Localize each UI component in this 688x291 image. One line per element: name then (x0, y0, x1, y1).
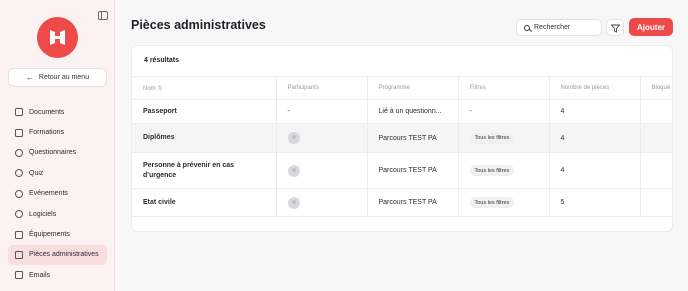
column-header-participants[interactable]: Participants (276, 76, 368, 100)
chat-icon (15, 169, 23, 178)
search-icon (524, 24, 530, 31)
sidebar-item-formations[interactable]: Formations (8, 122, 107, 142)
book-icon (15, 128, 23, 137)
cell-nombre: 4 (549, 123, 641, 153)
filter-chip: Tous les filtres (469, 165, 515, 176)
results-count: 4 résultats (144, 57, 180, 64)
filter-chip: Tous les filtres (469, 197, 515, 208)
cell-bloque (640, 152, 672, 189)
cell-name: Diplômes (132, 123, 277, 153)
sidebar-item-emails[interactable]: Emails (8, 265, 107, 285)
column-header-programme[interactable]: Programme (367, 76, 459, 100)
cell-filtres: - (458, 99, 550, 124)
sidebar-item-pieces-administratives[interactable]: Pièces administratives (8, 244, 107, 266)
sidebar-item-label: Équipements (29, 231, 70, 239)
table-row[interactable]: Passeport - Lié à un questionn... - 4 (132, 99, 672, 124)
sidebar-item-label: Pièces administratives (29, 251, 99, 259)
cell-name: Personne à prévenir en cas d'urgence (132, 152, 277, 189)
cell-programme: Parcours TEST PA (367, 123, 459, 153)
table-header-row: Nom ⇅ Participants Programme Filtres Nomb… (132, 76, 672, 100)
search-placeholder: Rechercher (534, 24, 571, 31)
sidebar-item-quiz[interactable]: Quiz (8, 163, 107, 183)
sidebar-item-label: Questionnaires (29, 149, 77, 157)
avatar (287, 164, 300, 177)
avatar (287, 196, 300, 209)
cell-bloque (640, 188, 672, 217)
documents-table: Nom ⇅ Participants Programme Filtres Nomb… (132, 76, 672, 217)
sidebar-item-logiciels[interactable]: Logiciels (8, 204, 107, 224)
cell-participants (276, 188, 368, 217)
back-to-menu-button[interactable]: ← Retour au menu (8, 68, 107, 87)
sidebar-item-evenements[interactable]: Evénements (8, 184, 107, 204)
cell-programme: Parcours TEST PA (367, 152, 459, 189)
cell-bloque (640, 123, 672, 153)
cell-name: Etat civile (132, 188, 277, 217)
table-row[interactable]: Diplômes Parcours TEST PA Tous les filtr… (132, 123, 672, 153)
table-row[interactable]: Etat civile Parcours TEST PA Tous les fi… (132, 188, 672, 217)
column-header-nombre[interactable]: Nombre de pièces (549, 76, 641, 100)
sidebar: ← Retour au menu Documents Formations Qu… (0, 0, 115, 291)
cell-programme: Parcours TEST PA (367, 188, 459, 217)
cell-filtres: Tous les filtres (458, 123, 550, 153)
mail-icon (15, 271, 23, 280)
cell-programme: Lié à un questionn... (367, 99, 459, 124)
column-header-bloque[interactable]: Bloqué (640, 76, 672, 100)
search-input[interactable]: Rechercher (516, 19, 602, 36)
id-card-icon (15, 250, 23, 259)
document-icon (15, 108, 23, 117)
table-row[interactable]: Personne à prévenir en cas d'urgence Par… (132, 152, 672, 189)
sidebar-collapse-icon[interactable] (98, 11, 108, 20)
results-card: 4 résultats Nom ⇅ Participants Programme … (131, 45, 673, 232)
question-icon (15, 148, 23, 157)
people-icon (15, 189, 23, 198)
sidebar-item-label: Quiz (29, 169, 44, 177)
page-title: Pièces administratives (131, 18, 266, 32)
sidebar-item-documents[interactable]: Documents (8, 102, 107, 122)
sidebar-item-label: Logiciels (29, 210, 57, 218)
cell-bloque (640, 99, 672, 124)
arrow-left-icon: ← (25, 73, 34, 82)
avatar (287, 132, 300, 144)
cell-participants (276, 152, 368, 189)
sidebar-item-questionnaires[interactable]: Questionnaires (8, 143, 107, 163)
column-header-filtres[interactable]: Filtres (458, 76, 550, 100)
sidebar-item-label: Formations (29, 129, 65, 137)
cell-nombre: 4 (549, 152, 641, 189)
sidebar-item-label: Documents (29, 108, 65, 116)
column-header-nom[interactable]: Nom ⇅ (132, 76, 277, 100)
cell-filtres: Tous les filtres (458, 188, 550, 217)
cell-nombre: 5 (549, 188, 641, 217)
sidebar-item-label: Emails (29, 271, 51, 279)
filter-chip: Tous les filtres (469, 132, 515, 144)
sidebar-item-equipements[interactable]: Équipements (8, 224, 107, 244)
cell-participants (276, 123, 368, 153)
laptop-icon (15, 230, 23, 239)
mouse-icon (15, 210, 23, 219)
cell-participants: - (276, 99, 368, 124)
app-logo[interactable] (37, 17, 78, 58)
sidebar-menu: Documents Formations Questionnaires Quiz… (8, 102, 107, 286)
sort-icon: ⇅ (157, 85, 163, 92)
filter-icon (611, 24, 620, 33)
cell-nombre: 4 (549, 99, 641, 124)
add-button[interactable]: Ajouter (629, 18, 673, 36)
back-to-menu-label: Retour au menu (38, 74, 90, 81)
cell-filtres: Tous les filtres (458, 152, 550, 189)
filter-button[interactable] (606, 19, 624, 36)
cell-name: Passeport (132, 99, 277, 124)
sidebar-item-label: Evénements (29, 190, 68, 198)
